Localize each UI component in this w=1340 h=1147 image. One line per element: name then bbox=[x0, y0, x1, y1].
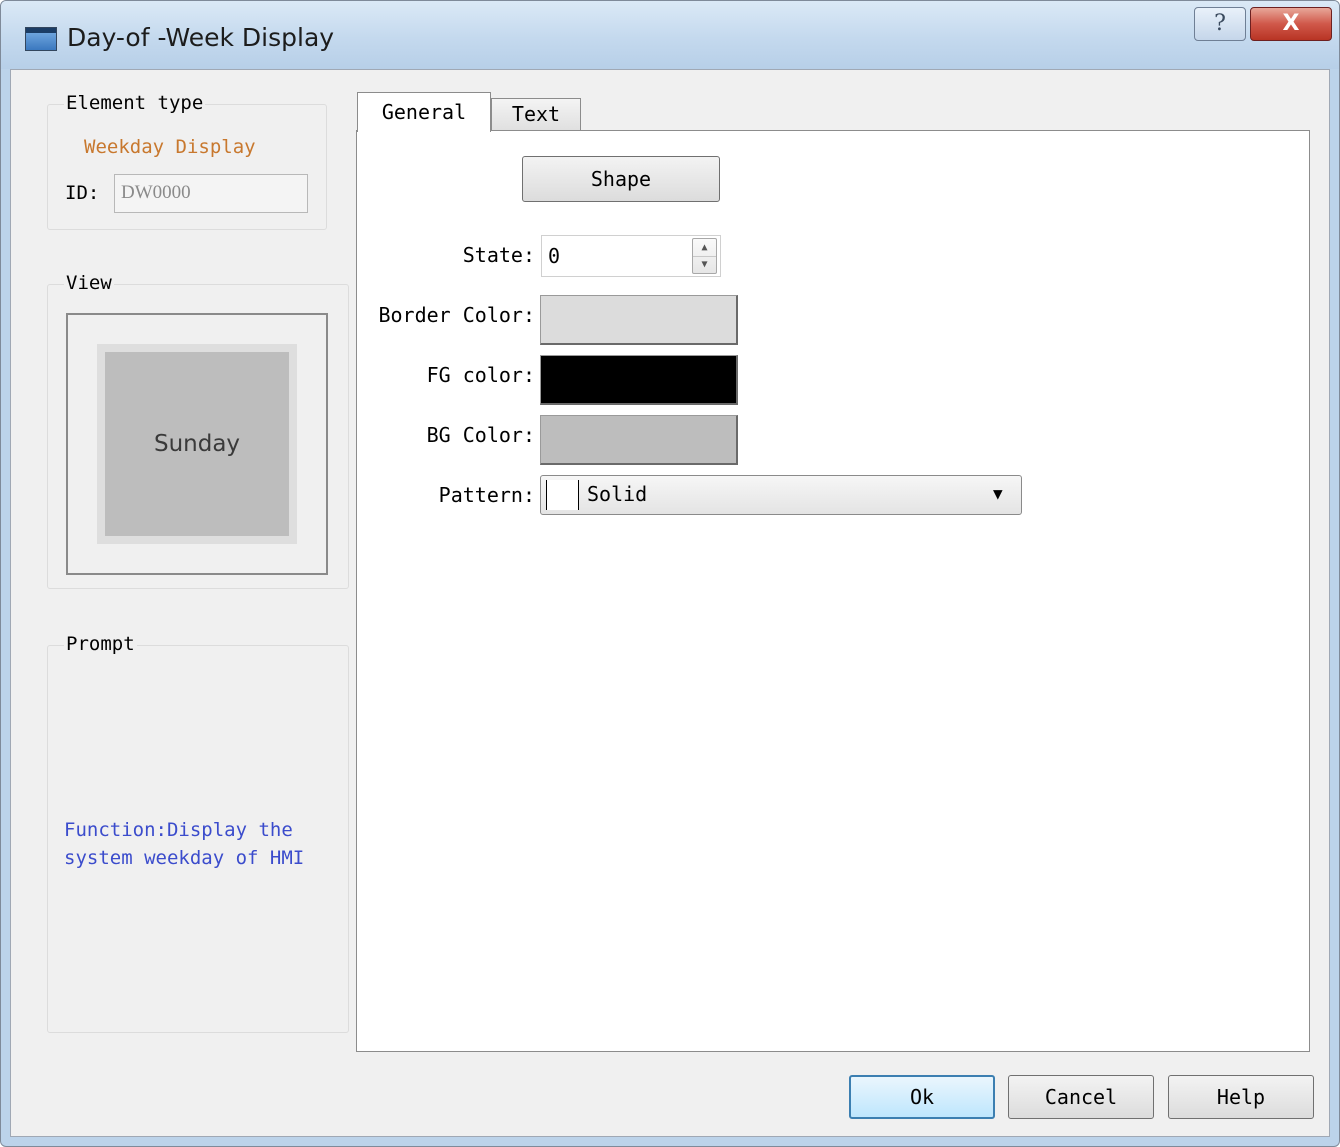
help-button[interactable]: Help bbox=[1168, 1075, 1314, 1119]
view-preview-text: Sunday bbox=[105, 352, 289, 536]
id-field[interactable]: DW0000 bbox=[114, 174, 308, 213]
general-tab-panel: Shape State: 0 ▲ ▼ Border Color: FG colo… bbox=[356, 130, 1310, 1052]
view-preview-frame: Sunday bbox=[66, 313, 328, 575]
spin-down-icon[interactable]: ▼ bbox=[693, 256, 716, 273]
element-type-group-label: Element type bbox=[64, 92, 206, 114]
prompt-group-label: Prompt bbox=[64, 633, 137, 655]
app-window-icon bbox=[25, 27, 57, 51]
pattern-label: Pattern: bbox=[438, 483, 535, 507]
id-label: ID: bbox=[65, 182, 100, 204]
spin-up-icon[interactable]: ▲ bbox=[693, 239, 716, 257]
border-color-swatch[interactable] bbox=[540, 295, 738, 345]
bg-color-swatch[interactable] bbox=[540, 415, 738, 465]
window-title: Day-of -Week Display bbox=[67, 23, 335, 52]
fg-color-swatch[interactable] bbox=[540, 355, 738, 405]
element-type-value: Weekday Display bbox=[84, 136, 256, 158]
border-color-label: Border Color: bbox=[378, 303, 535, 327]
state-label: State: bbox=[462, 243, 535, 267]
close-button[interactable]: X bbox=[1250, 7, 1332, 41]
view-preview-border: Sunday bbox=[97, 344, 297, 544]
prompt-text: Function:Display the system weekday of H… bbox=[64, 819, 305, 869]
shape-button[interactable]: Shape bbox=[522, 156, 720, 202]
dialog-client-area: Element type Weekday Display ID: DW0000 … bbox=[10, 69, 1330, 1137]
dropdown-arrow-icon[interactable]: ▼ bbox=[993, 484, 1003, 503]
cancel-button[interactable]: Cancel bbox=[1008, 1075, 1154, 1119]
dialog-window: Day-of -Week Display ? X Element type We… bbox=[0, 0, 1340, 1147]
tab-general[interactable]: General bbox=[357, 92, 491, 132]
fg-color-label: FG color: bbox=[426, 363, 535, 387]
pattern-value: Solid bbox=[587, 482, 648, 506]
title-bar[interactable]: Day-of -Week Display ? X bbox=[1, 1, 1339, 69]
ok-button[interactable]: Ok bbox=[849, 1075, 995, 1119]
tab-text[interactable]: Text bbox=[491, 98, 581, 131]
pattern-sample bbox=[546, 480, 579, 510]
view-group-label: View bbox=[64, 272, 114, 294]
pattern-dropdown[interactable]: Solid ▼ bbox=[540, 475, 1022, 515]
help-title-button[interactable]: ? bbox=[1194, 7, 1246, 41]
bg-color-label: BG Color: bbox=[426, 423, 535, 447]
state-spinner[interactable]: ▲ ▼ bbox=[692, 238, 717, 274]
